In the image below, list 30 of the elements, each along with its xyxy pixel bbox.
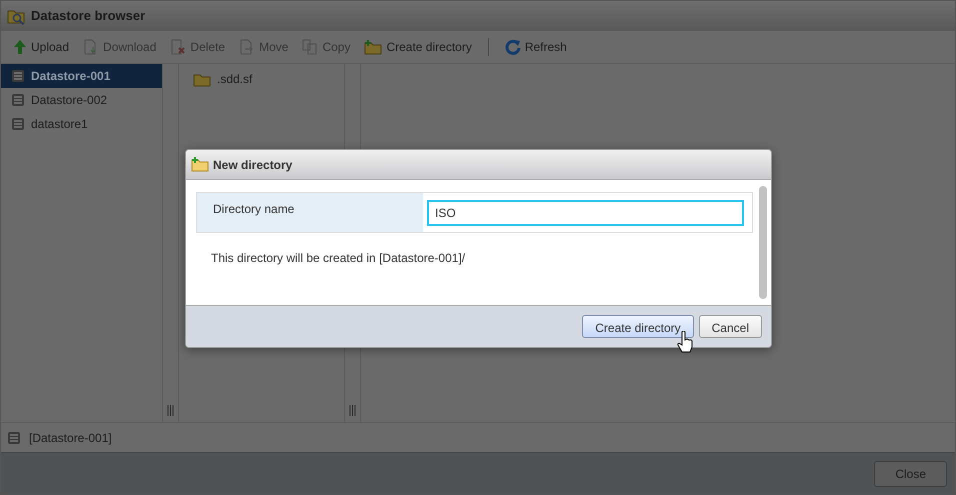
path-label: [Datastore-001] xyxy=(29,430,112,446)
folder-plus-icon xyxy=(364,40,382,54)
database-icon xyxy=(7,430,21,444)
document-x-icon xyxy=(170,39,186,55)
datastore-item[interactable]: datastore1 xyxy=(1,112,162,136)
dialog-button[interactable]: Create directory xyxy=(582,315,694,338)
toolbar-button[interactable]: Create directory xyxy=(360,36,476,58)
up-arrow-icon xyxy=(13,39,27,55)
refresh-icon xyxy=(504,39,521,55)
file-item[interactable]: .sdd.sf xyxy=(193,70,252,88)
dialog-button[interactable]: Cancel xyxy=(698,315,762,338)
database-icon xyxy=(11,69,25,83)
directory-name-field[interactable]: ISO xyxy=(427,200,744,226)
resize-grip-icon xyxy=(167,405,174,416)
info-text: This directory will be created in [Datastore-001]/ xyxy=(210,250,466,267)
folder-icon xyxy=(193,72,211,86)
toolbar-button[interactable]: Upload xyxy=(9,36,74,58)
folder-plus-icon xyxy=(191,157,209,172)
datastore-item[interactable]: Datastore-001 xyxy=(1,64,162,88)
resize-grip-icon xyxy=(349,405,356,416)
document-arrow-icon xyxy=(239,39,256,55)
copy-icon xyxy=(302,39,318,55)
database-icon xyxy=(11,117,25,131)
window-title: Datastore browser xyxy=(31,7,146,26)
datastore-item[interactable]: Datastore-002 xyxy=(1,88,162,112)
toolbar-button[interactable]: Refresh xyxy=(500,36,571,58)
dialog-title: New directory xyxy=(213,156,292,174)
field-label: Directory name xyxy=(197,193,423,232)
close-button[interactable]: Close xyxy=(874,460,947,486)
database-icon xyxy=(11,93,25,107)
